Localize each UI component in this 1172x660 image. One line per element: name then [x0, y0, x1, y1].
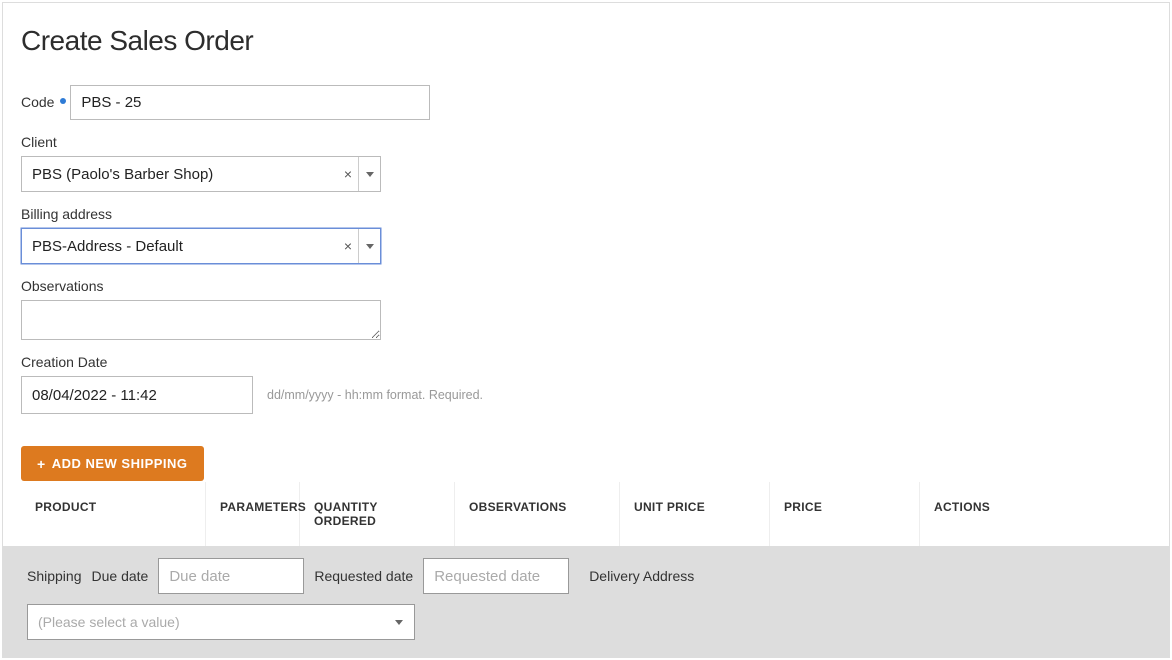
th-observations: OBSERVATIONS — [455, 482, 620, 546]
page-title: Create Sales Order — [21, 25, 1151, 57]
field-client: Client PBS (Paolo's Barber Shop) × — [21, 134, 1151, 192]
code-label-row: Code — [21, 94, 66, 110]
page-container: Create Sales Order Code Client PBS (Paol… — [2, 2, 1170, 658]
chevron-down-icon — [366, 172, 374, 177]
creation-date-input[interactable] — [21, 376, 253, 414]
field-billing: Billing address PBS-Address - Default × — [21, 206, 1151, 264]
chevron-down-icon — [395, 620, 403, 625]
client-select-value: PBS (Paolo's Barber Shop) — [32, 166, 338, 183]
observations-label: Observations — [21, 278, 103, 294]
th-parameters: PARAMETERS — [206, 482, 300, 546]
th-actions: ACTIONS — [920, 482, 1151, 546]
creation-date-row: dd/mm/yyyy - hh:mm format. Required. — [21, 376, 1151, 414]
field-creation-date: Creation Date dd/mm/yyyy - hh:mm format.… — [21, 354, 1151, 414]
delivery-address-placeholder: (Please select a value) — [38, 614, 180, 630]
field-code: Code — [21, 85, 1151, 120]
code-label: Code — [21, 94, 54, 110]
requested-date-label: Requested date — [314, 568, 413, 584]
creation-date-label: Creation Date — [21, 354, 107, 370]
delivery-address-select[interactable]: (Please select a value) — [27, 604, 415, 640]
client-select[interactable]: PBS (Paolo's Barber Shop) × — [21, 156, 381, 192]
creation-date-hint: dd/mm/yyyy - hh:mm format. Required. — [267, 388, 483, 402]
shipping-title: Shipping — [27, 568, 82, 584]
code-input[interactable] — [70, 85, 430, 120]
chevron-down-icon — [366, 244, 374, 249]
billing-select[interactable]: PBS-Address - Default × — [21, 228, 381, 264]
due-date-label: Due date — [92, 568, 149, 584]
client-select-controls: × — [338, 157, 380, 191]
billing-select-controls: × — [338, 229, 380, 263]
client-dropdown-button[interactable] — [358, 157, 380, 191]
billing-select-value: PBS-Address - Default — [32, 238, 338, 255]
th-price: PRICE — [770, 482, 920, 546]
shipping-detail-row: Shipping Due date Requested date Deliver… — [27, 558, 1145, 594]
delivery-address-label: Delivery Address — [589, 568, 694, 584]
shipping-detail-panel: Shipping Due date Requested date Deliver… — [3, 546, 1169, 658]
due-date-input[interactable] — [158, 558, 304, 594]
client-clear-icon[interactable]: × — [338, 166, 358, 182]
client-label: Client — [21, 134, 57, 150]
add-new-shipping-button[interactable]: + ADD NEW SHIPPING — [21, 446, 204, 481]
add-new-shipping-label: ADD NEW SHIPPING — [52, 456, 188, 471]
requested-date-input[interactable] — [423, 558, 569, 594]
th-quantity: QUANTITY ORDERED — [300, 482, 455, 546]
content: Create Sales Order Code Client PBS (Paol… — [3, 3, 1169, 658]
plus-icon: + — [37, 457, 46, 471]
field-observations: Observations — [21, 278, 1151, 340]
billing-label: Billing address — [21, 206, 112, 222]
observations-textarea[interactable] — [21, 300, 381, 340]
billing-dropdown-button[interactable] — [358, 229, 380, 263]
billing-clear-icon[interactable]: × — [338, 238, 358, 254]
th-product: PRODUCT — [21, 482, 206, 546]
th-unit-price: UNIT PRICE — [620, 482, 770, 546]
shipping-table: PRODUCT PARAMETERS QUANTITY ORDERED OBSE… — [21, 481, 1151, 658]
table-header-row: PRODUCT PARAMETERS QUANTITY ORDERED OBSE… — [21, 481, 1151, 546]
required-indicator-icon — [60, 98, 66, 104]
delivery-address-dropdown-button[interactable] — [388, 605, 410, 639]
